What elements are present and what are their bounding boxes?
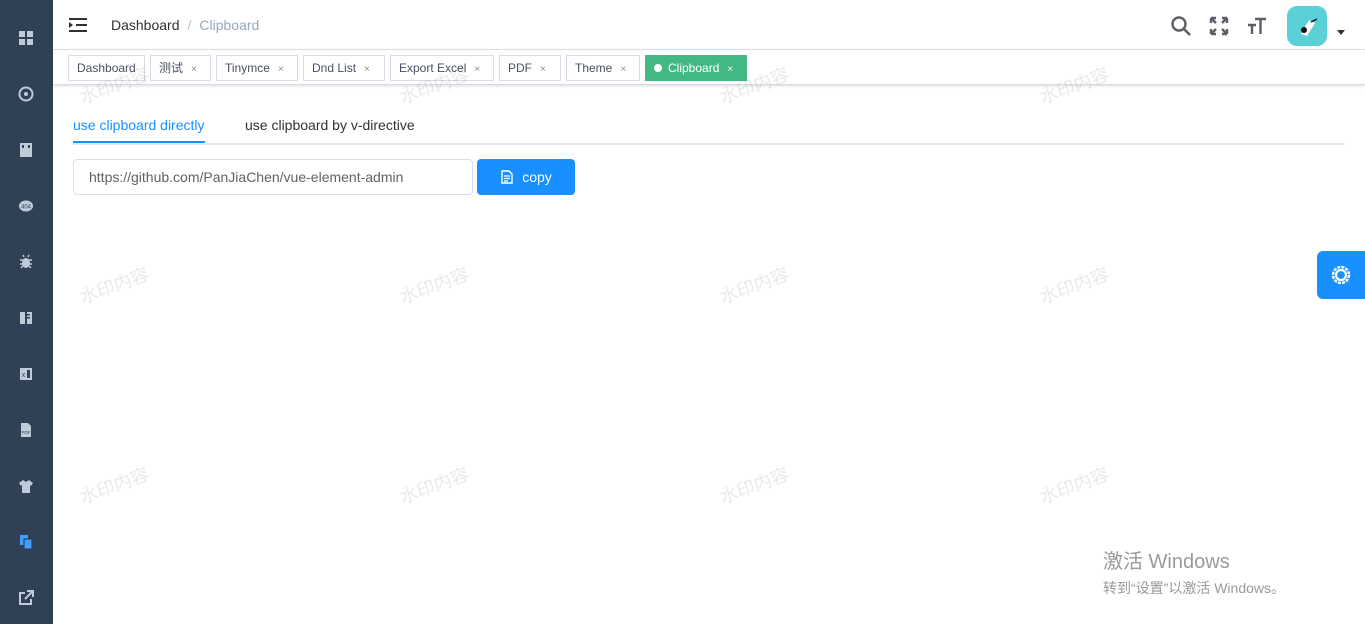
- active-dot-icon: [654, 64, 662, 72]
- text-size-icon[interactable]: [1246, 15, 1268, 37]
- tag-dashboard[interactable]: Dashboard: [68, 55, 145, 81]
- tag-theme[interactable]: Theme ×: [566, 55, 640, 81]
- theme-shirt-icon[interactable]: [17, 477, 35, 495]
- tab-use-clipboard-by-v-directive[interactable]: use clipboard by v-directive: [245, 108, 415, 143]
- tab-use-clipboard-directly[interactable]: use clipboard directly: [73, 108, 205, 143]
- tabs-header: use clipboard directly use clipboard by …: [73, 108, 1345, 145]
- close-icon[interactable]: ×: [364, 64, 370, 75]
- tag-label: Theme: [575, 61, 613, 75]
- svg-text:x: x: [22, 372, 26, 379]
- svg-text:404: 404: [21, 205, 32, 211]
- clipboard-icon[interactable]: [17, 533, 35, 551]
- main-container: Dashboard / Clipboard Dashboard 测试 × Tinymc…: [53, 0, 1365, 624]
- watermark-text: 水印内容: [1037, 464, 1112, 508]
- watermark-text: 水印内容: [717, 264, 792, 308]
- bug-icon[interactable]: [17, 253, 35, 271]
- close-icon[interactable]: ×: [191, 64, 197, 75]
- tag-test[interactable]: 测试 ×: [150, 55, 211, 81]
- activation-subtitle: 转到“设置”以激活 Windows。: [1103, 580, 1286, 596]
- external-link-icon[interactable]: [17, 589, 35, 607]
- chevron-down-icon[interactable]: [1337, 30, 1345, 35]
- tag-tinymce[interactable]: Tinymce ×: [216, 55, 298, 81]
- zip-icon[interactable]: [17, 309, 35, 327]
- settings-button[interactable]: [1317, 251, 1365, 299]
- avatar[interactable]: [1287, 6, 1327, 46]
- table-icon[interactable]: [17, 141, 35, 159]
- tag-label: Dashboard: [77, 61, 136, 75]
- sidebar: 404 x PDF: [0, 0, 53, 624]
- tag-label: Tinymce: [225, 61, 270, 75]
- gear-icon: [1331, 265, 1351, 285]
- guide-icon[interactable]: [17, 85, 35, 103]
- dashboard-icon[interactable]: [17, 29, 35, 47]
- watermark-text: 水印内容: [397, 464, 472, 508]
- watermark-text: 水印内容: [77, 264, 152, 308]
- clipboard-input[interactable]: [73, 159, 473, 195]
- breadcrumb-separator: /: [187, 17, 192, 33]
- hamburger-icon[interactable]: [68, 15, 88, 35]
- search-icon[interactable]: [1170, 15, 1192, 37]
- close-icon[interactable]: ×: [540, 64, 546, 75]
- tag-label: Clipboard: [668, 61, 720, 75]
- close-icon[interactable]: ×: [727, 64, 733, 75]
- copy-button[interactable]: copy: [477, 159, 575, 195]
- error-page-404-icon[interactable]: 404: [17, 197, 35, 215]
- navbar: Dashboard / Clipboard: [53, 0, 1365, 50]
- tag-label: Dnd List: [312, 61, 357, 75]
- watermark-text: 水印内容: [77, 464, 152, 508]
- tag-export-excel[interactable]: Export Excel ×: [390, 55, 494, 81]
- watermark-text: 水印内容: [1037, 264, 1112, 308]
- pdf-icon[interactable]: PDF: [17, 421, 35, 439]
- tag-label: PDF: [508, 61, 532, 75]
- tag-pdf[interactable]: PDF ×: [499, 55, 561, 81]
- close-icon[interactable]: ×: [278, 64, 284, 75]
- close-icon[interactable]: ×: [620, 64, 626, 75]
- activation-title: 激活 Windows: [1103, 551, 1230, 573]
- tags-view: Dashboard 测试 × Tinymce × Dnd List × Export …: [53, 50, 1365, 85]
- breadcrumb: Dashboard / Clipboard: [111, 17, 259, 33]
- tag-clipboard[interactable]: Clipboard ×: [645, 55, 747, 81]
- copy-button-label: copy: [522, 169, 552, 185]
- tag-label: Export Excel: [399, 61, 467, 75]
- watermark-text: 水印内容: [397, 264, 472, 308]
- close-icon[interactable]: ×: [474, 64, 480, 75]
- fullscreen-icon[interactable]: [1208, 15, 1230, 37]
- svg-text:PDF: PDF: [22, 430, 31, 435]
- excel-icon[interactable]: x: [17, 365, 35, 383]
- windows-activation-notice: 激活 Windows 转到“设置”以激活 Windows。: [1103, 545, 1285, 598]
- breadcrumb-dashboard[interactable]: Dashboard: [111, 17, 180, 33]
- breadcrumb-current: Clipboard: [199, 17, 260, 33]
- tag-label: 测试: [159, 61, 184, 75]
- tag-dnd-list[interactable]: Dnd List ×: [303, 55, 385, 81]
- watermark-text: 水印内容: [717, 464, 792, 508]
- document-icon: [501, 170, 513, 184]
